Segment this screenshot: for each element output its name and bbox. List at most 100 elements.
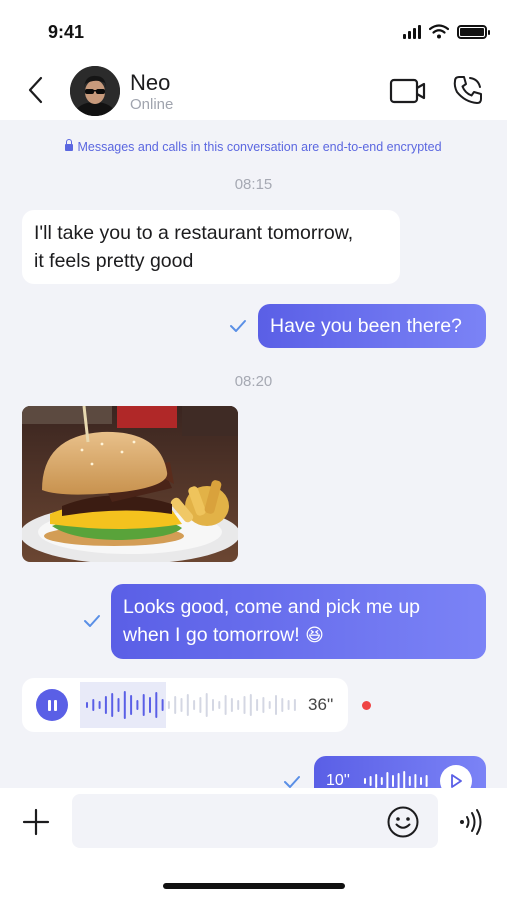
waveform xyxy=(364,771,428,788)
contact-status: Online xyxy=(130,96,174,113)
waveform-bar xyxy=(237,700,240,710)
waveform-bar xyxy=(380,777,383,785)
play-icon xyxy=(451,774,462,788)
read-check-icon xyxy=(84,615,100,627)
waveform-bar xyxy=(275,695,277,715)
plus-icon xyxy=(22,808,50,836)
outgoing-voice-message[interactable]: 10'' xyxy=(314,756,486,788)
waveform-bar xyxy=(414,774,417,788)
battery-icon xyxy=(457,24,490,39)
waveform-bar xyxy=(98,701,101,709)
read-check-icon xyxy=(230,320,246,332)
outgoing-message[interactable]: Have you been there? xyxy=(258,304,486,348)
waveform-bar xyxy=(180,698,183,712)
waveform-bar xyxy=(117,698,120,712)
waveform-bar xyxy=(425,775,428,787)
waveform-bar xyxy=(86,702,88,708)
waveform-bar xyxy=(293,699,296,711)
waveform-bar xyxy=(375,774,378,788)
waveform-bar xyxy=(136,700,139,710)
status-icons xyxy=(403,24,490,39)
message-input[interactable] xyxy=(72,794,438,848)
timestamp: 08:15 xyxy=(234,176,273,193)
chat-area[interactable]: Messages and calls in this conversation … xyxy=(0,120,507,788)
waveform-bar xyxy=(174,696,177,714)
message-line: it feels pretty good xyxy=(34,250,194,272)
voice-wave-icon xyxy=(460,809,482,835)
waveform-bar xyxy=(104,696,107,714)
back-button[interactable] xyxy=(18,72,52,108)
lock-icon xyxy=(65,139,74,151)
waveform-bar xyxy=(287,700,290,710)
waveform-bar xyxy=(199,697,202,713)
waveform-bar xyxy=(262,697,265,713)
incoming-message[interactable]: I'll take you to a restaurant tomorrow, … xyxy=(22,210,400,284)
incoming-voice-message[interactable]: 36'' xyxy=(22,678,348,732)
waveform-bar xyxy=(392,775,394,787)
encryption-text: Messages and calls in this conversation … xyxy=(77,140,442,154)
waveform-bar xyxy=(281,698,284,712)
phone-icon xyxy=(453,76,482,104)
waveform-bar xyxy=(249,694,252,716)
waveform-bar xyxy=(369,776,372,786)
waveform-bar xyxy=(243,696,246,714)
image-message[interactable] xyxy=(22,406,238,562)
waveform-bar xyxy=(186,694,189,716)
video-call-button[interactable] xyxy=(389,76,429,106)
waveform-bar xyxy=(111,693,114,717)
video-camera-icon xyxy=(389,78,426,104)
pause-button[interactable] xyxy=(36,689,68,721)
message-line: when I go tomorrow! xyxy=(123,624,306,646)
waveform-bar xyxy=(397,773,400,788)
emoji-button[interactable] xyxy=(386,805,420,839)
avatar-portrait xyxy=(70,66,120,116)
waveform-bar xyxy=(256,699,259,711)
outgoing-message[interactable]: Looks good, come and pick me up when I g… xyxy=(111,584,486,659)
waveform-bar xyxy=(268,701,271,709)
burger-photo xyxy=(22,406,238,562)
waveform-bar xyxy=(123,691,126,719)
read-check-icon xyxy=(284,776,300,788)
attach-button[interactable] xyxy=(20,806,52,838)
wifi-icon xyxy=(429,24,449,39)
play-button[interactable] xyxy=(440,765,472,788)
waveform-bar xyxy=(149,697,151,713)
chevron-left-icon xyxy=(28,76,43,104)
smiley-icon xyxy=(387,806,419,838)
voice-record-button[interactable] xyxy=(456,808,486,836)
waveform-bar xyxy=(155,692,158,718)
voice-duration: 10'' xyxy=(326,772,350,788)
home-indicator xyxy=(163,883,345,889)
waveform-bar xyxy=(161,699,164,711)
unread-dot xyxy=(362,701,371,710)
laughing-emoji: 😆 xyxy=(305,625,324,646)
timestamp: 08:20 xyxy=(234,373,273,390)
waveform-bar xyxy=(193,700,196,710)
voice-duration: 36'' xyxy=(308,695,334,714)
status-bar: 9:41 xyxy=(0,0,507,60)
waveform-bar xyxy=(364,778,366,784)
contact-name: Neo xyxy=(130,70,171,95)
waveform-bar xyxy=(205,693,208,717)
signal-icon xyxy=(403,24,421,39)
waveform-bar xyxy=(212,699,214,711)
waveform-bar xyxy=(224,695,227,715)
voice-call-button[interactable] xyxy=(451,73,485,107)
avatar[interactable] xyxy=(70,66,120,116)
waveform-bar xyxy=(167,701,170,709)
waveform-bar xyxy=(403,771,406,788)
message-line: I'll take you to a restaurant tomorrow, xyxy=(34,222,354,244)
waveform-bar xyxy=(142,694,145,716)
waveform-bar xyxy=(218,701,221,709)
waveform-bar xyxy=(92,699,95,711)
waveform-bar xyxy=(230,698,233,712)
waveform-bar xyxy=(130,695,133,715)
pause-icon xyxy=(47,699,51,711)
encryption-notice: Messages and calls in this conversation … xyxy=(0,139,507,154)
waveform xyxy=(86,691,296,719)
message-line: Looks good, come and pick me up xyxy=(123,596,421,618)
waveform-bar xyxy=(420,777,422,785)
waveform-bar xyxy=(408,776,411,786)
waveform-bar xyxy=(386,772,389,788)
composer-bar xyxy=(0,788,507,900)
